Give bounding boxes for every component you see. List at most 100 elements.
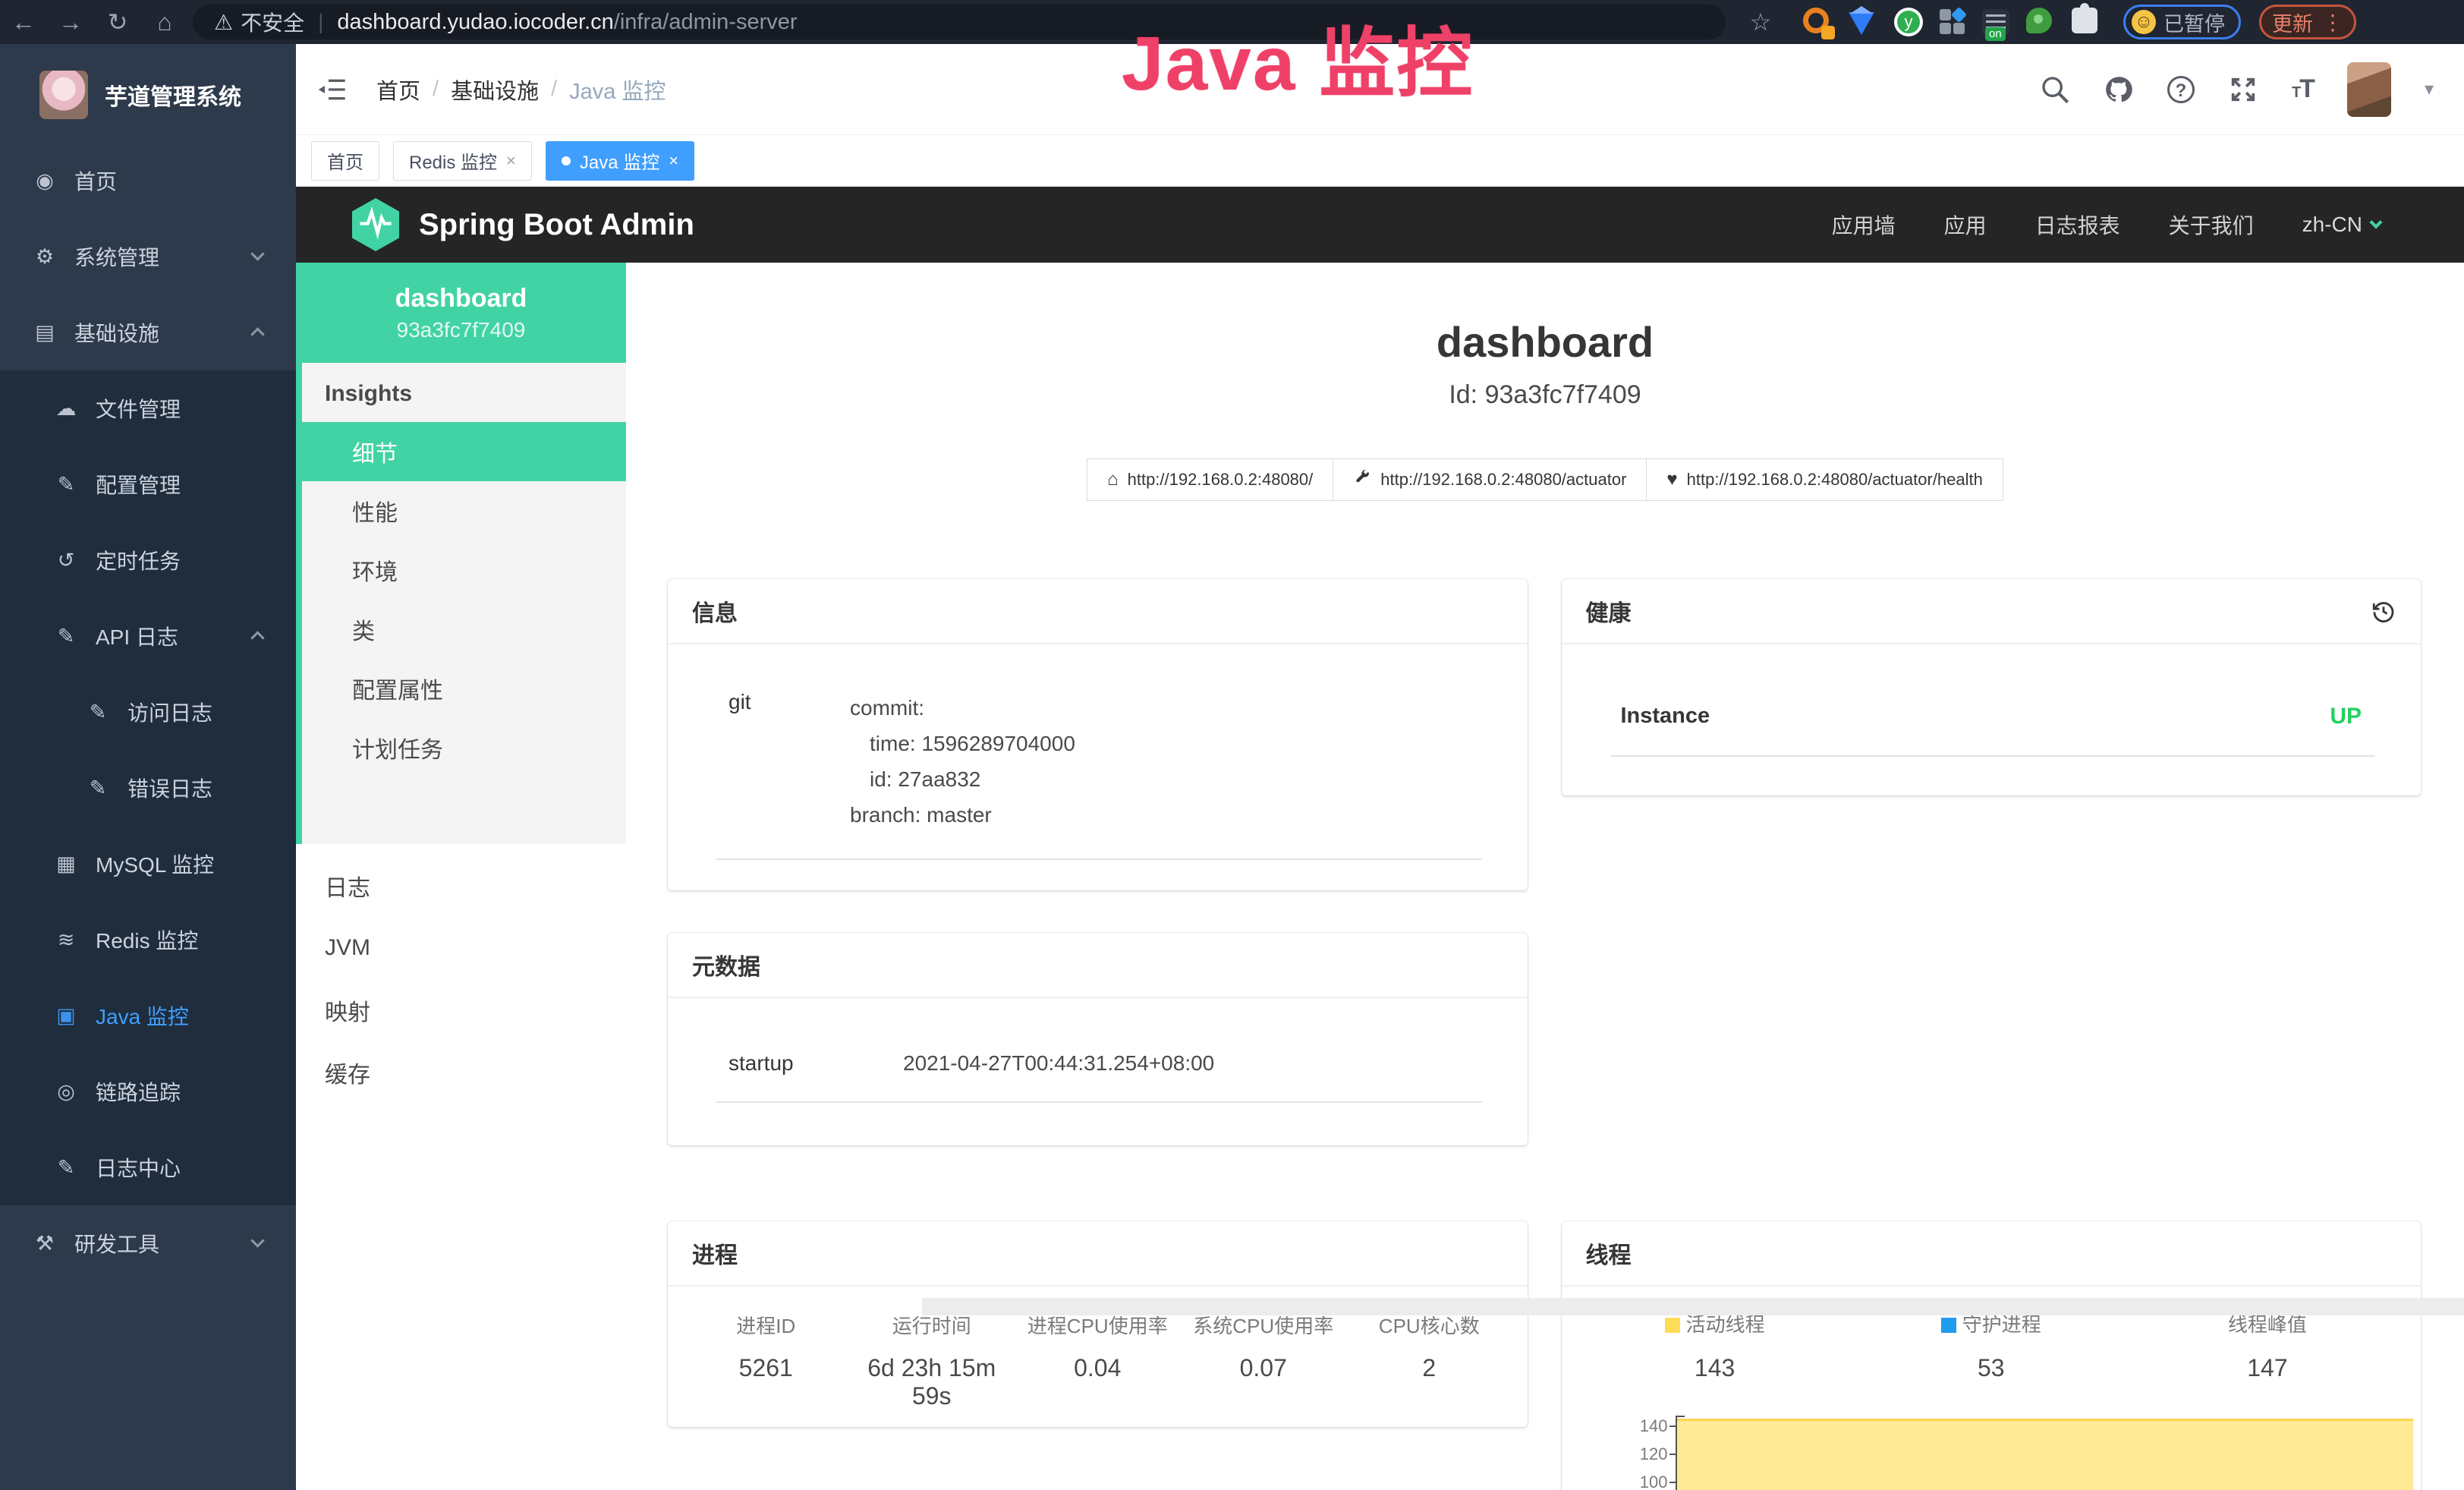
update-label: 更新	[2272, 8, 2313, 37]
y-tick	[1669, 1425, 1677, 1427]
process-card: 进程 进程ID 运行时间 进程CPU使用率 系统CPU使用率 CPU核心数 52…	[668, 1221, 1528, 1427]
sidebar-item-java-monitor[interactable]: ▣ Java 监控	[0, 978, 296, 1054]
y-tick	[1669, 1482, 1677, 1483]
row-divider	[716, 1101, 1482, 1103]
browser-back-icon[interactable]: ←	[0, 8, 47, 36]
breadcrumb: 首页 / 基础设施 / Java 监控	[376, 74, 666, 106]
tab-close-icon[interactable]: ×	[669, 151, 678, 171]
ext-grid-icon[interactable]	[1940, 9, 1965, 35]
sidebar-item-label: 定时任务	[96, 545, 181, 575]
sba-item-metrics[interactable]: 性能	[302, 481, 626, 540]
not-secure-warning-icon[interactable]: ⚠	[214, 10, 233, 35]
tab-java-monitor[interactable]: Java 监控 ×	[546, 141, 694, 181]
sba-item-caches[interactable]: 缓存	[296, 1041, 626, 1104]
chevron-up-icon	[250, 327, 264, 341]
endpoint-button-group: ⌂ http://192.168.0.2:48080/ http://192.1…	[626, 458, 2464, 501]
threads-area-chart: 140 120 100	[1562, 1410, 2422, 1490]
sba-nav-journal[interactable]: 日志报表	[2035, 209, 2120, 240]
ext-y-icon[interactable]: y	[1894, 8, 1923, 36]
endpoint-health-button[interactable]: ♥ http://192.168.0.2:48080/actuator/heal…	[1647, 458, 2003, 501]
breadcrumb-home[interactable]: 首页	[376, 74, 420, 106]
sba-nav-about[interactable]: 关于我们	[2169, 209, 2254, 240]
sidebar-item-home[interactable]: ◉ 首页	[0, 143, 296, 219]
user-menu-caret-icon[interactable]: ▾	[2425, 78, 2434, 100]
address-bar[interactable]: ⚠ 不安全 | dashboard.yudao.iocoder.cn/infra…	[193, 5, 1726, 39]
tab-label: Java 监控	[580, 147, 659, 174]
sidebar-item-devtools[interactable]: ⚒ 研发工具	[0, 1205, 296, 1281]
endpoint-url: http://192.168.0.2:48080/actuator	[1380, 470, 1626, 490]
sba-item-details[interactable]: 细节	[296, 422, 626, 481]
github-icon[interactable]	[2104, 74, 2134, 105]
sba-item-environment[interactable]: 环境	[302, 540, 626, 600]
ext-leaf-icon[interactable]	[2026, 8, 2055, 36]
card-title: 信息	[692, 594, 738, 628]
chevron-up-icon	[250, 631, 264, 644]
gear-icon: ⚙	[32, 245, 58, 269]
breadcrumb-section[interactable]: 基础设施	[451, 74, 539, 106]
help-icon[interactable]: ?	[2167, 76, 2195, 103]
sba-item-logfile[interactable]: 日志	[296, 855, 626, 917]
sidebar-item-config[interactable]: ✎ 配置管理	[0, 446, 296, 522]
fullscreen-icon[interactable]	[2228, 74, 2258, 105]
tab-close-icon[interactable]: ×	[506, 151, 516, 171]
sba-locale-select[interactable]: zh-CN	[2302, 213, 2381, 237]
browser-update-button[interactable]: 更新 ⋮	[2259, 5, 2356, 39]
sba-item-configprops[interactable]: 配置属性	[302, 659, 626, 718]
sidebar-item-redis[interactable]: ≋ Redis 监控	[0, 902, 296, 978]
sba-brand-title[interactable]: Spring Boot Admin	[419, 208, 694, 242]
sba-nav-applications[interactable]: 应用	[1944, 209, 1987, 240]
app-logo-row[interactable]: 芋道管理系统	[0, 44, 296, 129]
endpoint-home-button[interactable]: ⌂ http://192.168.0.2:48080/	[1087, 458, 1333, 501]
heartbeat-icon: ♥	[1666, 469, 1677, 490]
app-sidebar: 芋道管理系统 ◉ 首页 ⚙ 系统管理 ▤ 基础设施 ☁ 文件管理 ✎ 配置管理	[0, 44, 296, 1490]
bookmark-star-icon[interactable]: ☆	[1739, 8, 1782, 36]
extensions-row: y on	[1803, 8, 2101, 36]
tab-redis-monitor[interactable]: Redis 监控 ×	[393, 141, 532, 181]
health-instance-row[interactable]: Instance UP	[1562, 644, 2422, 729]
browser-home-icon[interactable]: ⌂	[141, 8, 188, 36]
font-size-icon[interactable]: TT	[2292, 74, 2314, 104]
paused-extension-badge[interactable]: ☺ 已暂停	[2123, 5, 2241, 39]
sba-item-jvm[interactable]: JVM	[296, 917, 626, 979]
sidebar-item-mysql[interactable]: ▦ MySQL 监控	[0, 826, 296, 902]
threads-card-header: 线程	[1562, 1221, 2422, 1287]
sba-item-mappings[interactable]: 映射	[296, 979, 626, 1041]
live-threads-area-series	[1677, 1419, 2414, 1490]
sba-root-items: 日志 JVM 映射 缓存	[296, 844, 626, 1104]
spring-boot-admin-logo	[352, 198, 399, 251]
ext-refresh-icon[interactable]	[1803, 8, 1832, 36]
sidebar-item-error-log[interactable]: ✎ 错误日志	[0, 750, 296, 826]
sidebar-item-access-log[interactable]: ✎ 访问日志	[0, 674, 296, 750]
sidebar-item-log-center[interactable]: ✎ 日志中心	[0, 1129, 296, 1205]
browser-reload-icon[interactable]: ↻	[94, 8, 141, 36]
user-avatar[interactable]	[2347, 62, 2391, 117]
metadata-key: startup	[729, 1051, 903, 1076]
sidebar-item-label: 错误日志	[127, 773, 212, 803]
wrench-icon	[1353, 468, 1371, 492]
health-history-icon[interactable]	[2371, 598, 2396, 624]
sba-nav-wallboard[interactable]: 应用墙	[1832, 209, 1896, 240]
sidebar-item-system[interactable]: ⚙ 系统管理	[0, 219, 296, 295]
home-gauge-icon: ◉	[32, 169, 58, 193]
sba-item-scheduledtasks[interactable]: 计划任务	[302, 718, 626, 777]
browser-menu-icon[interactable]: ⋮	[2322, 10, 2343, 35]
legend-blue-swatch	[1941, 1318, 1956, 1333]
sidebar-item-api-log[interactable]: ✎ API 日志	[0, 598, 296, 674]
process-card-header: 进程	[668, 1221, 1528, 1287]
sidebar-item-infra[interactable]: ▤ 基础设施	[0, 295, 296, 370]
tab-home[interactable]: 首页	[311, 141, 379, 181]
ext-puzzle-icon[interactable]	[2072, 8, 2101, 36]
ext-onetab-icon[interactable]: on	[1982, 9, 2009, 35]
health-status-badge: UP	[2330, 704, 2362, 729]
sidebar-item-file[interactable]: ☁ 文件管理	[0, 370, 296, 446]
ext-pin-icon[interactable]	[1849, 8, 1877, 36]
sba-instance-header[interactable]: dashboard 93a3fc7f7409	[296, 263, 626, 363]
sidebar-item-trace[interactable]: ◎ 链路追踪	[0, 1054, 296, 1129]
browser-forward-icon[interactable]: →	[47, 8, 94, 36]
search-icon[interactable]	[2040, 74, 2070, 105]
sba-item-classes[interactable]: 类	[302, 600, 626, 659]
endpoint-actuator-button[interactable]: http://192.168.0.2:48080/actuator	[1333, 458, 1647, 501]
sidebar-item-job[interactable]: ↺ 定时任务	[0, 522, 296, 598]
sidebar-fold-icon[interactable]	[317, 74, 348, 105]
card-title: 线程	[1586, 1236, 1632, 1270]
